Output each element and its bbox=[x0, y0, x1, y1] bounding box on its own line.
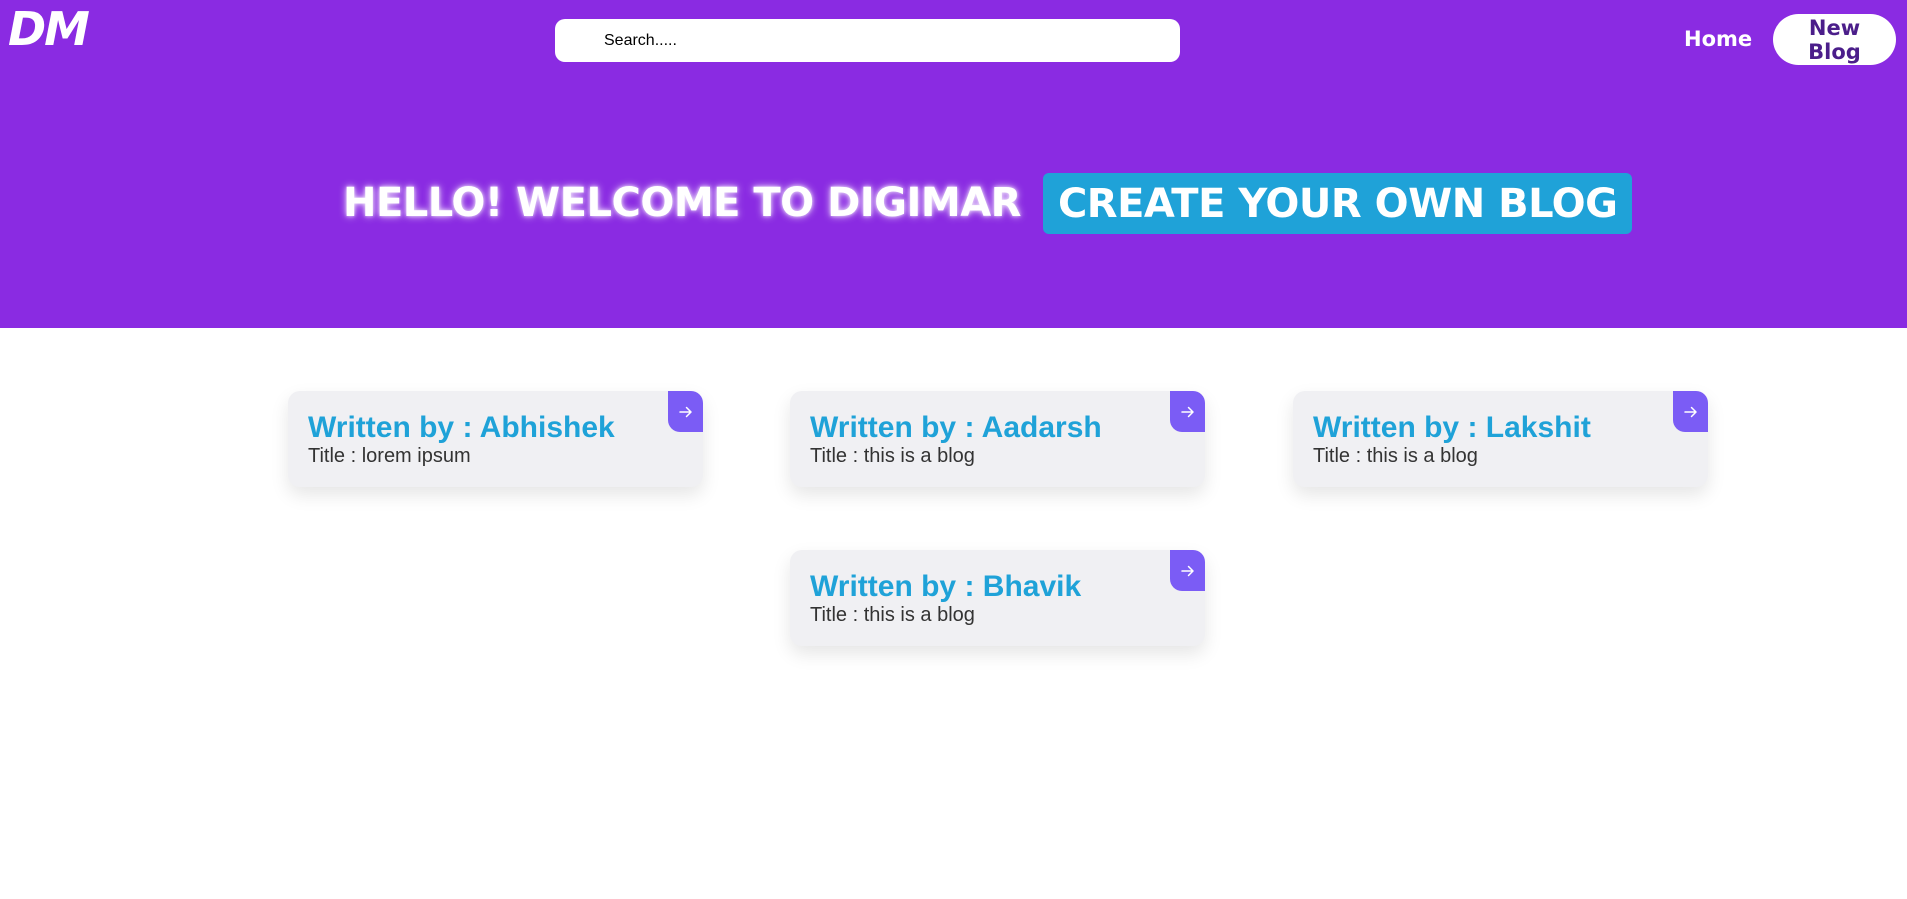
nav-home-link[interactable]: Home bbox=[1684, 27, 1752, 51]
arrow-right-icon bbox=[1180, 406, 1194, 417]
blog-card[interactable]: Written by : Aadarsh Title : this is a b… bbox=[790, 391, 1205, 487]
blog-title: Title : this is a blog bbox=[810, 445, 975, 467]
hero-create-blog-cta[interactable]: CREATE YOUR OWN BLOG bbox=[1042, 172, 1633, 234]
arrow-right-icon bbox=[678, 406, 692, 417]
hero-banner: HELLO! WELCOME TO DIGIMAR CREATE YOUR OW… bbox=[343, 172, 1633, 234]
open-blog-button[interactable] bbox=[1170, 391, 1205, 432]
blog-author: Written by : Bhavik bbox=[810, 570, 1082, 603]
blog-card[interactable]: Written by : Abhishek Title : lorem ipsu… bbox=[288, 391, 703, 487]
blog-title: Title : this is a blog bbox=[1313, 445, 1478, 467]
open-blog-button[interactable] bbox=[668, 391, 703, 432]
blog-author: Written by : Abhishek bbox=[308, 411, 615, 444]
blog-card[interactable]: Written by : Lakshit Title : this is a b… bbox=[1293, 391, 1708, 487]
open-blog-button[interactable] bbox=[1673, 391, 1708, 432]
site-header: DM Home New Blog HELLO! WELCOME TO DIGIM… bbox=[0, 0, 1907, 328]
new-blog-button[interactable]: New Blog bbox=[1773, 14, 1896, 65]
site-logo[interactable]: DM bbox=[8, 6, 90, 52]
hero-welcome-text: HELLO! WELCOME TO DIGIMAR bbox=[343, 180, 1021, 226]
blog-author: Written by : Aadarsh bbox=[810, 411, 1102, 444]
blog-card[interactable]: Written by : Bhavik Title : this is a bl… bbox=[790, 550, 1205, 646]
arrow-right-icon bbox=[1683, 406, 1697, 417]
open-blog-button[interactable] bbox=[1170, 550, 1205, 591]
search-input[interactable] bbox=[555, 19, 1180, 62]
blog-title: Title : this is a blog bbox=[810, 604, 975, 626]
arrow-right-icon bbox=[1180, 565, 1194, 576]
blog-author: Written by : Lakshit bbox=[1313, 411, 1591, 444]
blog-title: Title : lorem ipsum bbox=[308, 445, 471, 467]
